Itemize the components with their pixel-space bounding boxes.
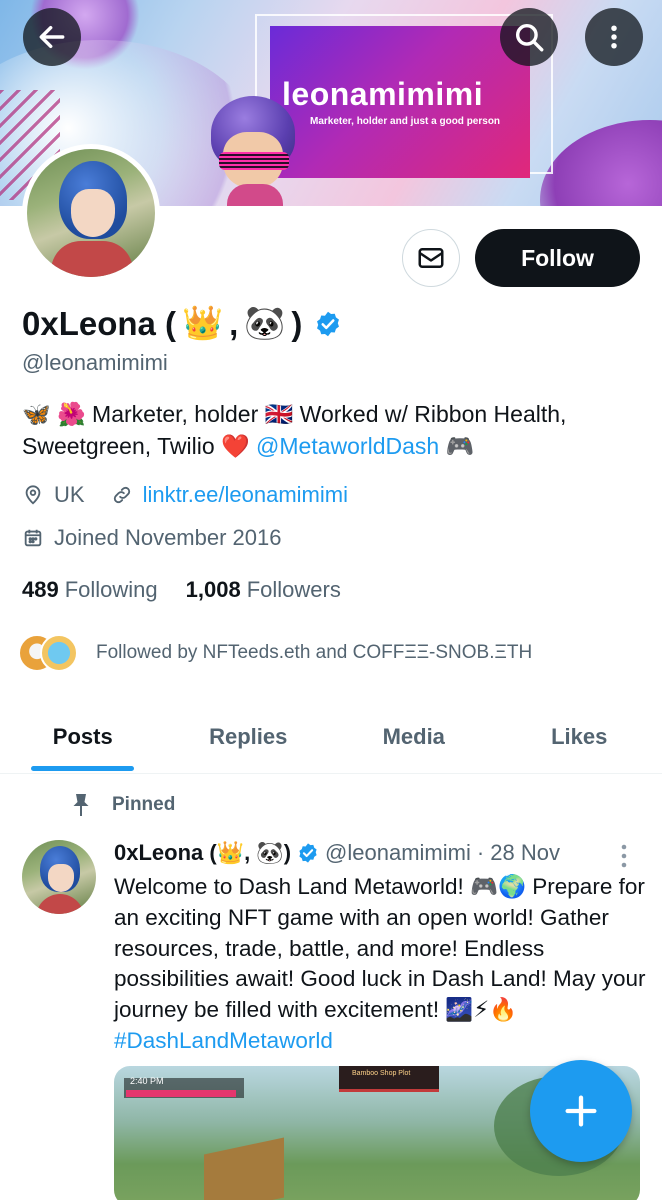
profile-website-link[interactable]: linktr.ee/leonamimimi [143,482,348,508]
tweet-header: 0xLeona (👑, 🐼) @leonamimimi · 28 Nov [114,840,560,866]
followed-by-row[interactable]: Followed by NFTeeds.eth and COFFΞΞ-SNOB.… [18,634,532,672]
following-count: 489 [22,577,59,602]
profile-handle: @leonamimimi [22,350,168,375]
banner-subtitle: Marketer, holder and just a good person [310,116,501,127]
media-time-text: 2:40 PM [130,1076,164,1086]
bio-suffix: 🎮 [439,433,475,459]
avatar-image [27,149,155,277]
pin-icon [73,794,89,816]
follower-avatar [40,634,78,672]
compose-button[interactable] [530,1060,632,1162]
tab-media[interactable]: Media [331,700,497,773]
profile-joined-row: Joined November 2016 [22,525,281,551]
search-button[interactable] [500,8,558,66]
tweet-hashtag-link[interactable]: #DashLandMetaworld [114,1028,333,1053]
follow-counts: 489 Following 1,008 Followers [22,577,341,603]
more-vertical-icon [611,25,617,49]
banner-decoration [540,120,662,206]
tweet-author-handle: @leonamimimi [325,840,471,865]
tweet-author-name[interactable]: 0xLeona (👑, 🐼) [114,840,291,866]
tweet-more-icon[interactable] [614,842,634,870]
profile-meta-row: UK linktr.ee/leonamimimi [22,482,348,508]
pinned-label-row: Pinned [70,792,175,818]
tweet-body: Welcome to Dash Land Metaworld! 🎮🌍 Prepa… [114,874,646,1023]
back-button[interactable] [23,8,81,66]
pinned-label: Pinned [112,794,176,815]
profile-avatar[interactable] [22,144,160,282]
verified-badge-icon [299,843,317,863]
tweet-author-avatar[interactable] [22,840,96,914]
location-pin-icon [25,485,41,505]
profile-location: UK [54,482,85,507]
display-name: 0xLeona (👑, 🐼) [22,304,342,343]
more-options-button[interactable] [585,8,643,66]
active-tab-indicator [31,766,134,771]
envelope-icon [418,248,444,268]
arrow-left-icon [39,25,65,49]
banner-character [205,96,301,206]
banner-title: leonamimimi [282,76,484,112]
display-name-text: 0xLeona ( [22,304,177,342]
followers-label: Followers [246,577,341,602]
tweet-text: Welcome to Dash Land Metaworld! 🎮🌍 Prepa… [114,872,646,1057]
tab-replies[interactable]: Replies [166,700,332,773]
link-icon [113,486,130,504]
tweet-date: · 28 Nov [476,840,560,865]
tab-posts[interactable]: Posts [0,700,166,773]
media-sign-text: Bamboo Shop Plot [352,1070,411,1077]
search-icon [515,23,544,52]
following-label: Following [64,577,158,602]
panda-emoji: 🐼 [244,304,286,341]
follow-button[interactable]: Follow [475,229,640,287]
display-name-separator: , [229,304,239,342]
profile-joined-date: Joined November 2016 [54,525,282,550]
plus-icon [565,1095,597,1127]
message-button[interactable] [402,229,460,287]
profile-tabs: Posts Replies Media Likes [0,700,662,774]
followers-count-link[interactable]: 1,008 Followers [186,577,341,603]
following-count-link[interactable]: 489 Following [22,577,158,603]
profile-bio: 🦋 🌺 Marketer, holder 🇬🇧 Worked w/ Ribbon… [22,398,642,462]
crown-emoji: 👑 [182,304,224,341]
calendar-icon [24,529,42,547]
followed-by-text: Followed by NFTeeds.eth and COFFΞΞ-SNOB.… [96,642,533,663]
verified-badge-icon[interactable] [314,310,342,338]
followers-count: 1,008 [185,577,241,602]
display-name-end: ) [291,304,303,342]
bio-mention-link[interactable]: @MetaworldDash [256,433,439,459]
tab-likes[interactable]: Likes [497,700,662,773]
